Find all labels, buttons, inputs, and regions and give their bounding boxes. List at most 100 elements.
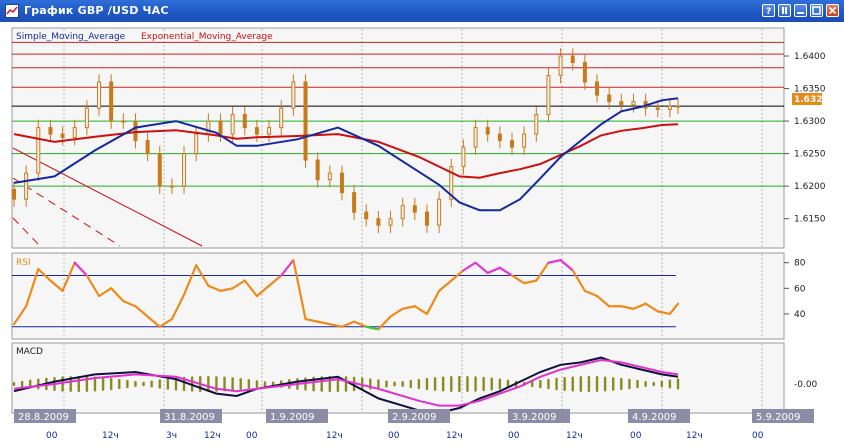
candle-body xyxy=(157,153,162,187)
macd-hist-bar xyxy=(158,379,161,389)
macd-hist-bar xyxy=(474,376,477,392)
y-tick-label: 1.6400 xyxy=(794,52,826,62)
macd-hist-bar xyxy=(644,380,647,388)
candle-body xyxy=(376,218,381,226)
candle-body xyxy=(242,114,247,129)
macd-hist-bar xyxy=(425,377,429,391)
macd-hist-bar xyxy=(20,380,24,388)
macd-hist-bar xyxy=(571,376,574,392)
candle-body xyxy=(60,133,65,138)
macd-hist-bar xyxy=(450,376,453,392)
hour-label: 00 xyxy=(752,431,764,441)
macd-hist-bar xyxy=(247,379,251,389)
ema-legend: Exponential_Moving_Average xyxy=(141,32,273,42)
hour-label: 00 xyxy=(46,431,58,441)
sma-legend: Simple_Moving_Average xyxy=(16,32,126,42)
macd-hist-bar xyxy=(109,377,113,391)
macd-hist-bar xyxy=(239,378,242,390)
chart-app-icon xyxy=(5,4,19,18)
macd-hist-bar xyxy=(263,381,267,387)
macd-hist-bar xyxy=(231,377,234,391)
close-icon xyxy=(828,6,837,15)
macd-hist-bar xyxy=(150,380,153,388)
macd-hist-bar xyxy=(61,376,64,392)
hour-label: 12ч xyxy=(446,431,463,441)
candle-body xyxy=(303,81,308,161)
macd-hist-bar xyxy=(142,381,145,387)
date-label: 31.8.2009 xyxy=(164,412,215,423)
candle-body xyxy=(437,198,442,226)
candle-body xyxy=(424,211,429,226)
minimize-icon xyxy=(797,12,804,14)
macd-hist-bar xyxy=(433,377,437,391)
price-panel: Simple_Moving_Average Exponential_Moving… xyxy=(11,27,829,249)
macd-hist-bar xyxy=(595,376,599,392)
title-bar[interactable]: График GBP /USD ЧАС ? xyxy=(0,0,844,22)
y-tick-label: 1.6300 xyxy=(794,117,826,127)
candle-body xyxy=(315,159,320,181)
macd-hist-bar xyxy=(603,376,607,392)
macd-hist-bar xyxy=(539,379,542,389)
date-label: 4.9.2009 xyxy=(632,412,677,423)
hour-label: 12ч xyxy=(326,431,343,441)
candle-body xyxy=(267,127,272,135)
price-panel-frame xyxy=(11,27,785,249)
macd-hist-bar xyxy=(166,378,170,390)
macd-label: MACD xyxy=(16,347,43,357)
candle-body xyxy=(48,127,53,135)
candle-body xyxy=(676,105,680,108)
macd-hist-bar xyxy=(636,379,639,389)
hour-label: 00 xyxy=(630,431,642,441)
candle-body xyxy=(24,172,29,200)
macd-hist-bar xyxy=(126,379,129,389)
minimize-button[interactable] xyxy=(794,4,807,17)
candle-body xyxy=(364,211,369,220)
window-title: График GBP /USD ЧАС xyxy=(24,4,169,17)
pause-button[interactable] xyxy=(778,4,791,17)
candle-body xyxy=(230,114,235,135)
candle-body xyxy=(145,140,150,155)
candle-body xyxy=(510,140,514,148)
macd-hist-bar xyxy=(555,377,558,391)
candle-body xyxy=(206,120,211,135)
candle-body xyxy=(631,101,636,106)
candle-body xyxy=(327,172,332,181)
macd-hist-bar xyxy=(385,380,388,388)
date-label: 2.9.2009 xyxy=(392,412,437,423)
candle-body xyxy=(412,205,417,213)
macd-hist-bar xyxy=(377,379,380,389)
candle-body xyxy=(169,185,174,188)
date-label: 28.8.2009 xyxy=(18,412,69,423)
macd-hist-bar xyxy=(393,381,396,387)
y-tick-label: 1.6150 xyxy=(794,215,826,225)
hour-label: 12ч xyxy=(102,431,119,441)
candle-body xyxy=(485,127,490,135)
y-tick-label: 1.6250 xyxy=(794,150,826,160)
rsi-axis: 40 60 80 xyxy=(784,259,806,320)
date-label: 3.9.2009 xyxy=(512,412,557,423)
rsi-panel: RSI 40 60 80 xyxy=(11,252,806,340)
close-button[interactable] xyxy=(826,4,839,17)
chart-area[interactable]: Simple_Moving_Average Exponential_Moving… xyxy=(0,22,844,447)
macd-hist-bar xyxy=(441,376,445,392)
hour-label: 12ч xyxy=(686,431,703,441)
candle-body xyxy=(97,81,102,109)
macd-hist-bar xyxy=(344,376,348,392)
candle-body xyxy=(461,146,466,168)
candle-body xyxy=(218,120,223,135)
macd-hist-bar xyxy=(668,379,672,389)
candle-body xyxy=(534,114,539,135)
hour-label: 00 xyxy=(246,431,258,441)
maximize-button[interactable] xyxy=(810,4,823,17)
pause-icon xyxy=(782,7,787,14)
help-button[interactable]: ? xyxy=(762,4,775,17)
macd-hist-bar xyxy=(134,381,137,387)
macd-hist-bar xyxy=(12,382,16,386)
candle-body xyxy=(667,105,672,110)
candle-body xyxy=(133,120,138,142)
macd-hist-bar xyxy=(482,376,485,392)
macd-hist-bar xyxy=(498,378,502,390)
macd-hist-bar xyxy=(587,376,591,392)
candle-body xyxy=(655,107,660,110)
candle-body xyxy=(582,62,587,83)
